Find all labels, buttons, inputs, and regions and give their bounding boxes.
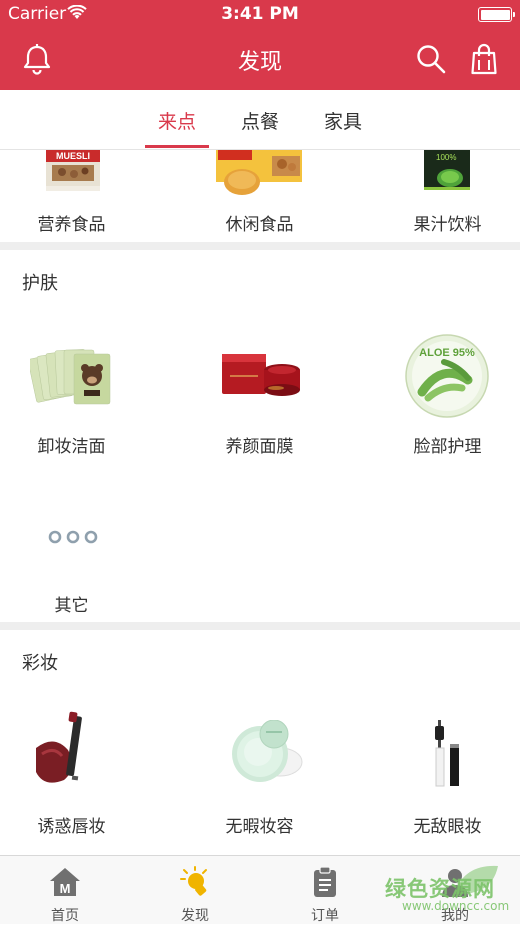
content-scroll[interactable]: MUESLI 100% 营养食品 休闲食品 果汁饮料 护肤 ALOE 95% 卸… (0, 150, 520, 855)
watermark-url: www.downcc.com (402, 899, 510, 913)
tabbar-label: 首页 (51, 908, 79, 924)
navigation-bar: 发现 (0, 30, 520, 90)
tabbar-label: 订单 (311, 908, 339, 924)
compact-powder-image[interactable] (220, 719, 306, 784)
face-mask-packs-image[interactable] (27, 340, 116, 412)
section-title-skincare: 护肤 (22, 273, 58, 294)
home-icon: M (50, 868, 80, 896)
category-label[interactable]: 果汁饮料 (361, 210, 520, 235)
muesli-package-text: MUESLI (56, 151, 90, 161)
battery-icon (478, 7, 515, 22)
tab-jiaju[interactable]: 家具 (308, 107, 378, 134)
category-tabs: 来点 点餐 家具 (0, 90, 520, 150)
active-tab-indicator (145, 145, 209, 148)
tabbar-item-orders[interactable]: 订单 (260, 856, 390, 925)
tabbar-item-discover[interactable]: 发现 (130, 856, 260, 925)
category-label[interactable]: 无暇妆容 (173, 812, 346, 837)
section-divider (0, 242, 520, 250)
aloe-package-text: ALOE 95% (419, 347, 475, 359)
tab-diancan[interactable]: 点餐 (225, 107, 295, 134)
category-label[interactable]: 休闲食品 (173, 210, 346, 235)
search-icon[interactable] (414, 42, 448, 76)
category-label[interactable]: 营养食品 (0, 210, 158, 235)
category-label[interactable]: 诱惑唇妆 (0, 812, 158, 837)
green-powder-box-image[interactable]: 100% (422, 150, 472, 192)
section-divider (0, 622, 520, 630)
red-cream-jar-image[interactable] (218, 350, 302, 400)
green-powder-package-text: 100% (436, 153, 456, 162)
mascara-image[interactable] (428, 716, 464, 792)
svg-text:M: M (60, 881, 71, 896)
aloe-gel-jar-image[interactable]: ALOE 95% (404, 332, 490, 420)
clipboard-icon (314, 866, 336, 897)
category-label[interactable]: 脸部护理 (361, 432, 520, 457)
category-label[interactable]: 卸妆洁面 (0, 432, 158, 457)
more-dots-icon[interactable] (47, 528, 99, 546)
tabbar-label: 发现 (181, 908, 209, 924)
muesli-box-image[interactable]: MUESLI (44, 150, 102, 192)
site-watermark: 绿色资源网 www.downcc.com (380, 865, 520, 918)
clock: 3:41 PM (221, 4, 299, 24)
section-title-makeup: 彩妆 (22, 653, 58, 674)
category-label[interactable]: 无敌眼妆 (361, 812, 520, 837)
lightbulb-icon (180, 866, 207, 896)
category-label[interactable]: 养颜面膜 (173, 432, 346, 457)
tabbar-item-home[interactable]: M 首页 (0, 856, 130, 925)
tab-laidian[interactable]: 来点 (142, 107, 212, 134)
shopping-bag-icon[interactable] (467, 42, 501, 76)
snack-box-image[interactable] (212, 150, 304, 196)
status-bar: Carrier 3:41 PM (0, 0, 520, 30)
category-label[interactable]: 其它 (0, 591, 158, 616)
lipstick-image[interactable] (28, 710, 108, 796)
